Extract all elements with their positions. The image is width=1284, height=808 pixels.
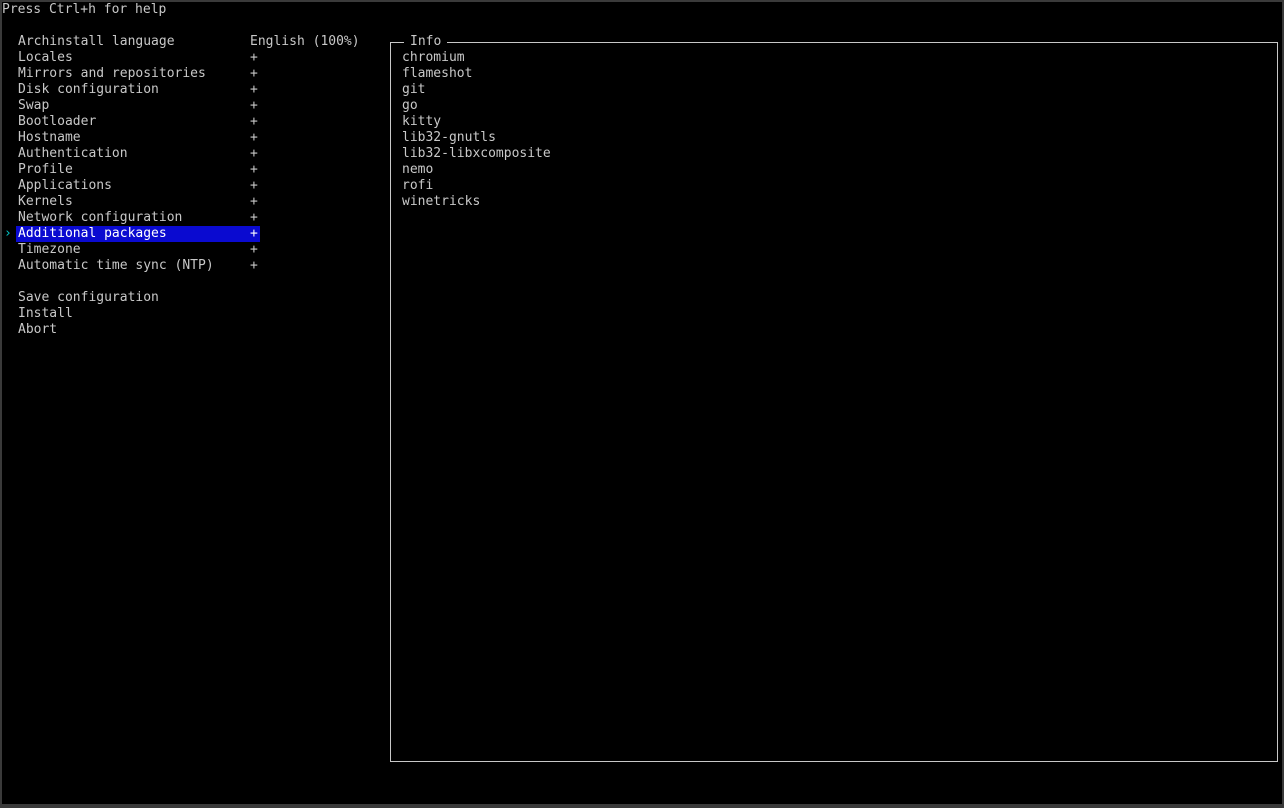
menu-item[interactable]: Archinstall language English (100%) xyxy=(16,34,360,50)
menu-item[interactable]: Network configuration + xyxy=(16,210,260,226)
menu-item-value: + xyxy=(250,194,258,209)
menu-item-label: Archinstall language xyxy=(18,34,175,49)
menu-action-label: Install xyxy=(18,306,73,321)
menu-item-label: Swap xyxy=(18,98,50,113)
menu-item[interactable]: Timezone + xyxy=(16,242,260,258)
info-line: lib32-gnutls xyxy=(402,130,496,145)
menu-item-label: Kernels xyxy=(18,194,73,209)
selection-cursor-icon: › xyxy=(4,226,12,241)
menu-item-value: + xyxy=(250,210,258,225)
menu-action-label: Abort xyxy=(18,322,58,337)
terminal-screen: Press Ctrl+h for help Archinstall langua… xyxy=(2,2,1282,804)
info-line: nemo xyxy=(402,162,434,177)
menu-item-value: + xyxy=(250,162,258,177)
menu-item[interactable]: Mirrors and repositories + xyxy=(16,66,260,82)
menu-item-value: + xyxy=(250,146,258,161)
menu-item-label: Bootloader xyxy=(18,114,97,129)
menu-item[interactable]: Additional packages + xyxy=(16,226,260,242)
info-panel-title: Info xyxy=(404,34,448,50)
menu-item-value: + xyxy=(250,258,258,273)
menu-item-value: + xyxy=(250,114,258,129)
menu-item-label: Hostname xyxy=(18,130,81,145)
info-line: flameshot xyxy=(402,66,473,81)
menu-item[interactable]: Hostname + xyxy=(16,130,260,146)
menu-item-value: + xyxy=(250,66,258,81)
menu-item[interactable]: Bootloader + xyxy=(16,114,260,130)
menu-item[interactable]: Locales + xyxy=(16,50,260,66)
menu-item-label: Mirrors and repositories xyxy=(18,66,206,81)
menu-action-label: Save configuration xyxy=(18,290,159,305)
menu-action[interactable]: Abort xyxy=(16,322,260,338)
info-line: lib32-libxcomposite xyxy=(402,146,551,161)
info-line: git xyxy=(402,82,426,97)
menu-item-label: Locales xyxy=(18,50,73,65)
menu-item[interactable]: Applications + xyxy=(16,178,260,194)
info-line: rofi xyxy=(402,178,434,193)
menu-item-value: + xyxy=(250,226,258,241)
info-line: winetricks xyxy=(402,194,481,209)
help-hint: Press Ctrl+h for help xyxy=(2,2,167,17)
menu-item-value: + xyxy=(250,98,258,113)
info-line: chromium xyxy=(402,50,465,65)
menu-item-value: + xyxy=(250,50,258,65)
menu-item[interactable]: Kernels + xyxy=(16,194,260,210)
menu-item-label: Applications xyxy=(18,178,112,193)
menu-item[interactable]: Authentication + xyxy=(16,146,260,162)
menu-item[interactable]: Swap + xyxy=(16,98,260,114)
menu-item-value: + xyxy=(250,130,258,145)
menu-item-value: + xyxy=(250,242,258,257)
menu-action[interactable]: Install xyxy=(16,306,260,322)
menu-item-value: + xyxy=(250,178,258,193)
menu-item-label: Profile xyxy=(18,162,73,177)
menu-item-value: + xyxy=(250,82,258,97)
menu-item[interactable]: Disk configuration + xyxy=(16,82,260,98)
menu-action[interactable]: Save configuration xyxy=(16,290,260,306)
info-line: kitty xyxy=(402,114,442,129)
menu-item-label: Authentication xyxy=(18,146,128,161)
menu-item[interactable]: Profile + xyxy=(16,162,260,178)
menu-item-label: Additional packages xyxy=(18,226,167,241)
menu-item-label: Timezone xyxy=(18,242,81,257)
menu-item[interactable]: Automatic time sync (NTP) + xyxy=(16,258,260,274)
menu-item-label: Network configuration xyxy=(18,210,183,225)
info-line: go xyxy=(402,98,418,113)
menu-item-label: Automatic time sync (NTP) xyxy=(18,258,214,273)
menu-item-label: Disk configuration xyxy=(18,82,159,97)
menu-item-value: English (100%) xyxy=(250,34,360,49)
